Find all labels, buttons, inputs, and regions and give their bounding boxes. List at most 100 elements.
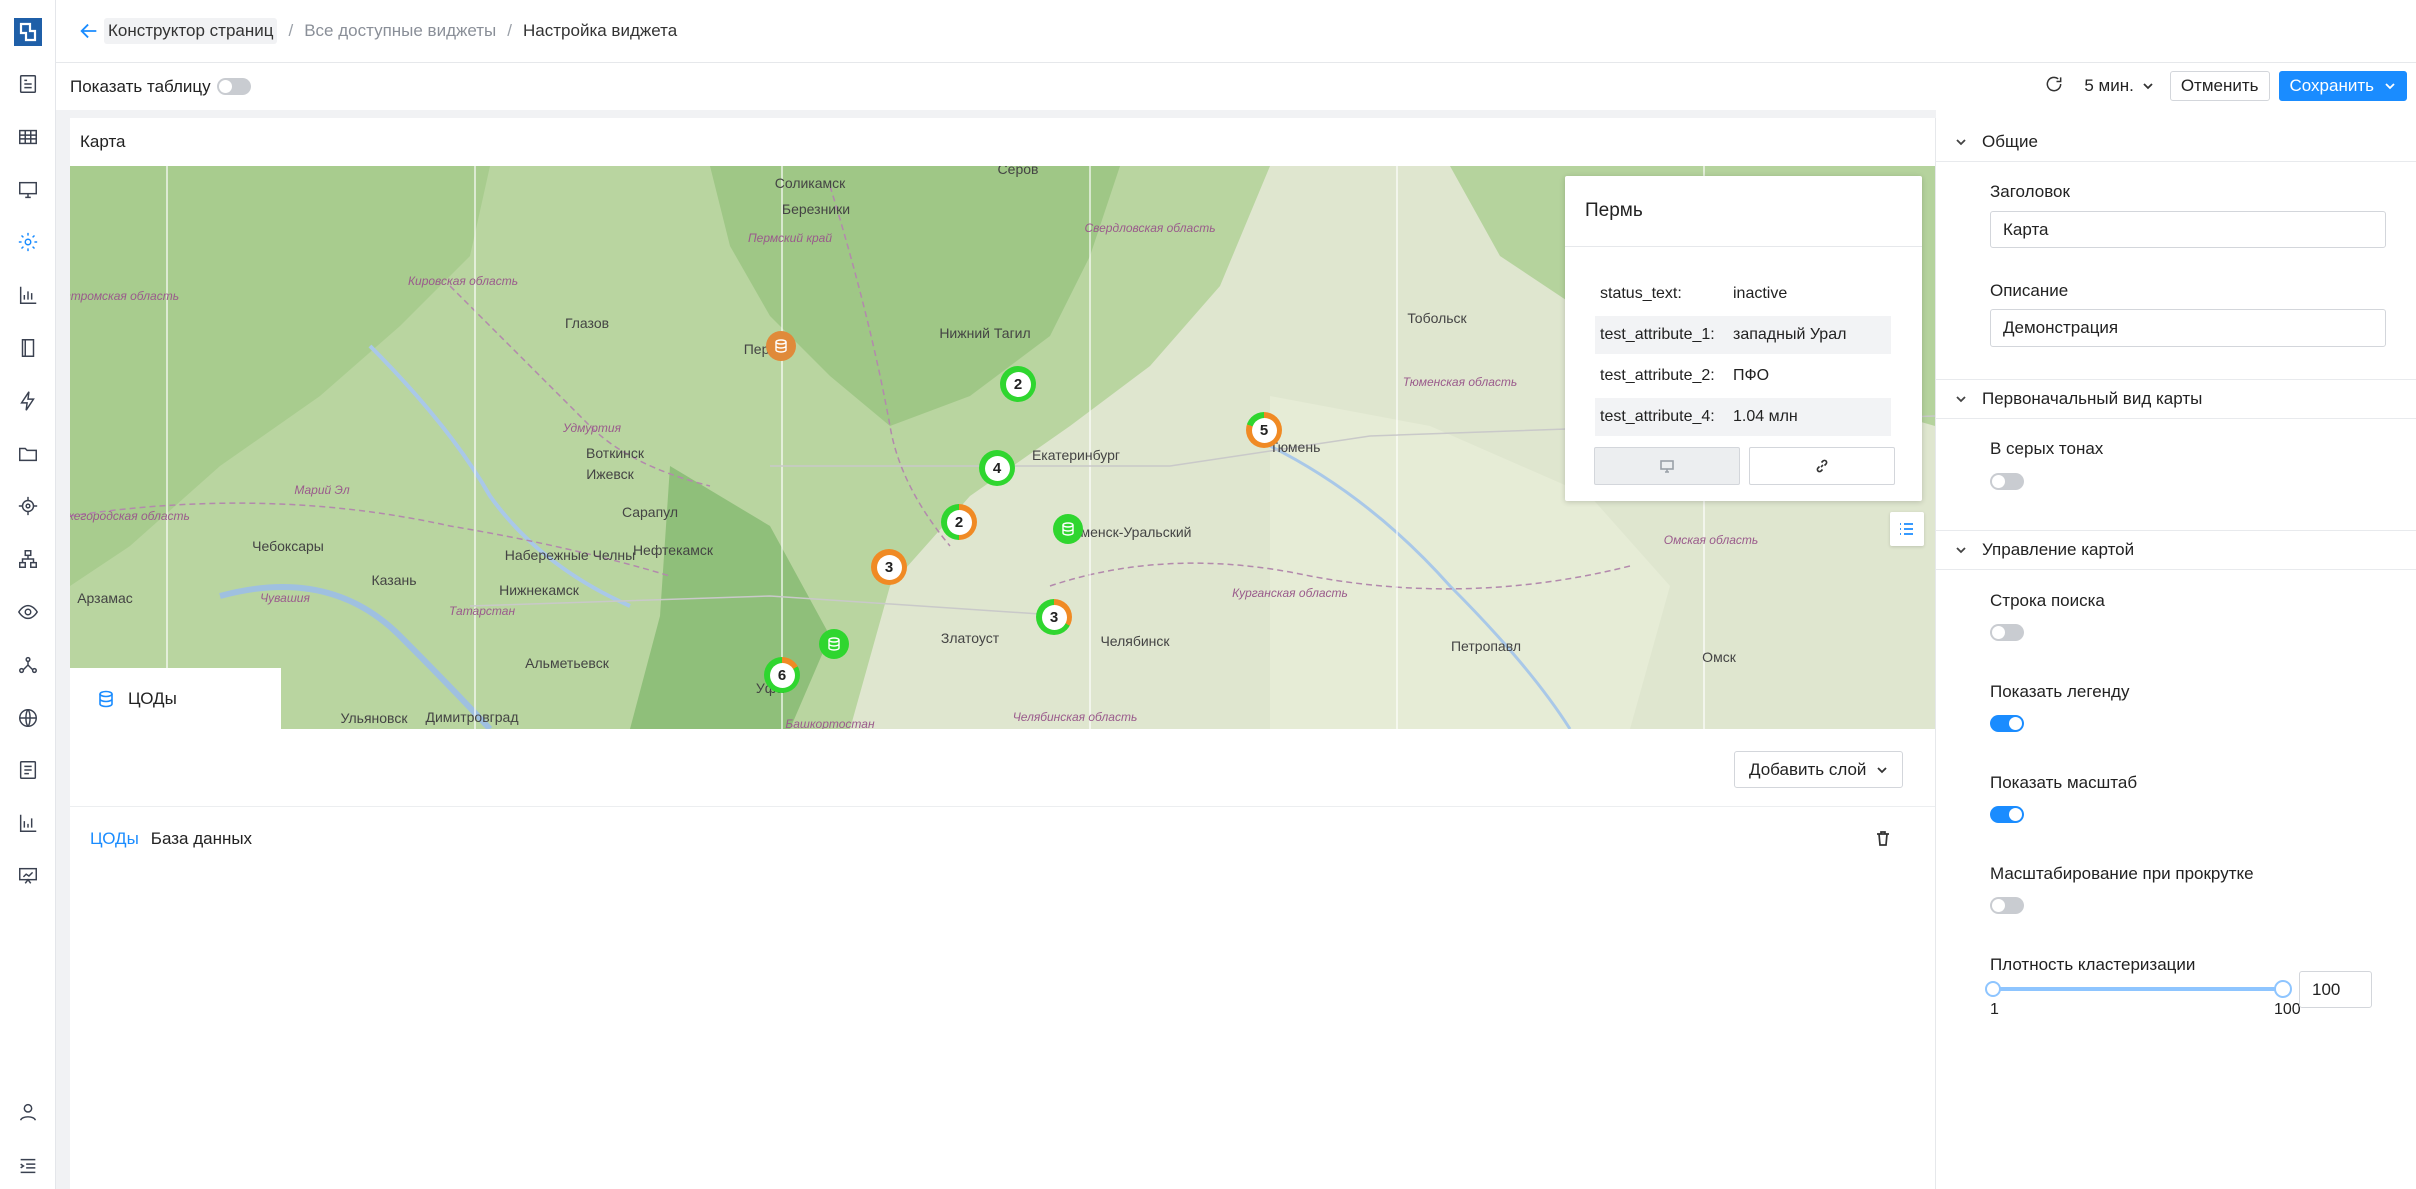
- cluster-count: 2: [946, 509, 972, 535]
- section-title: Первоначальный вид карты: [1982, 389, 2203, 408]
- back-arrow-icon[interactable]: [76, 18, 102, 44]
- lightning-icon[interactable]: [15, 388, 41, 414]
- region-label: Курганская область: [1232, 586, 1348, 600]
- map-cluster-marker[interactable]: 2: [1000, 366, 1036, 402]
- eye-icon[interactable]: [15, 599, 41, 625]
- city-label: Серов: [997, 166, 1039, 177]
- map-cluster-marker[interactable]: 5: [1246, 412, 1282, 448]
- region-label: Свердловская область: [1084, 221, 1216, 235]
- attribute-key: status_text:: [1600, 285, 1682, 302]
- cluster-count: 4: [984, 455, 1010, 481]
- city-label: Омск: [1702, 649, 1736, 665]
- region-label: Тюменская область: [1402, 375, 1518, 389]
- bar-chart-icon[interactable]: [15, 282, 41, 308]
- region-label: Башкортостан: [785, 717, 875, 729]
- popup-attribute-row: status_text: inactive: [1595, 275, 1891, 313]
- left-sidebar: [0, 0, 56, 1189]
- presentation-icon[interactable]: [15, 863, 41, 889]
- report-icon[interactable]: [15, 757, 41, 783]
- database-icon: [1062, 522, 1074, 536]
- description-textarea[interactable]: Демонстрация: [1990, 309, 2386, 347]
- hierarchy-icon[interactable]: [15, 546, 41, 572]
- cluster-count: 5: [1251, 417, 1277, 443]
- book-icon[interactable]: [15, 335, 41, 361]
- settings-gear-icon[interactable]: [15, 229, 41, 255]
- database-marker[interactable]: [766, 331, 796, 361]
- popup-attribute-row: test_attribute_2: ПФО: [1595, 357, 1891, 395]
- cluster-density-slider[interactable]: [1985, 980, 2292, 998]
- database-icon: [775, 339, 787, 353]
- search-bar-toggle[interactable]: [1990, 624, 2024, 641]
- map-cluster-marker[interactable]: 2: [941, 504, 977, 540]
- city-label: Нижнекамск: [499, 582, 579, 598]
- section-map-controls-header[interactable]: Управление картой: [1936, 530, 2416, 570]
- toolbar: Показать таблицу 5 мин. Отменить Сохрани…: [56, 64, 2416, 109]
- chevron-down-icon: [1956, 547, 1966, 554]
- breadcrumb-all-widgets[interactable]: Все доступные виджеты: [304, 21, 496, 41]
- scroll-zoom-toggle[interactable]: [1990, 897, 2024, 914]
- chevron-down-icon: [1956, 138, 1966, 145]
- map-cluster-marker[interactable]: 4: [979, 450, 1015, 486]
- app-logo[interactable]: [14, 18, 42, 46]
- city-label: Казань: [371, 572, 417, 588]
- header: Конструктор страниц / Все доступные видж…: [56, 0, 2416, 63]
- region-label: Нижегородская область: [70, 509, 190, 523]
- region-label: Татарстан: [448, 604, 516, 618]
- popup-link-button[interactable]: [1749, 447, 1895, 485]
- refresh-interval-select[interactable]: 5 мин.: [2084, 76, 2153, 96]
- delete-layer-icon[interactable]: [1874, 829, 1896, 851]
- title-input[interactable]: Карта: [1990, 211, 2386, 248]
- target-icon[interactable]: [15, 493, 41, 519]
- grayscale-toggle[interactable]: [1990, 473, 2024, 490]
- globe-icon[interactable]: [15, 705, 41, 731]
- city-label: Златоуст: [940, 630, 1000, 646]
- database-marker[interactable]: [1053, 514, 1083, 544]
- attribute-key: test_attribute_4:: [1600, 408, 1715, 425]
- city-label: Нижний Тагил: [939, 325, 1031, 341]
- attribute-value: 1.04 млн: [1733, 408, 1798, 425]
- attribute-key: test_attribute_2:: [1600, 367, 1715, 384]
- city-label: Димитровград: [425, 709, 519, 725]
- map-view[interactable]: Пермь Ижевск Сарапул Нефтекамск Набережн…: [70, 166, 1935, 729]
- layer-name-link[interactable]: ЦОДы: [90, 829, 139, 849]
- show-legend-toggle[interactable]: [1990, 715, 2024, 732]
- city-label: Воткинск: [585, 445, 645, 461]
- database-icon: [99, 690, 113, 707]
- breadcrumb-page-builder[interactable]: Конструктор страниц: [104, 18, 278, 44]
- show-table-label: Показать таблицу: [70, 76, 211, 96]
- database-marker[interactable]: [819, 629, 849, 659]
- map-cluster-marker[interactable]: 6: [764, 657, 800, 693]
- slider-min-handle[interactable]: [1985, 981, 2001, 997]
- popup-open-dashboard-button[interactable]: [1594, 447, 1740, 485]
- popup-attribute-row: test_attribute_1: западный Урал: [1595, 316, 1891, 354]
- cluster-count: 2: [1005, 371, 1031, 397]
- map-cluster-marker[interactable]: 3: [1036, 599, 1072, 635]
- map-cluster-marker[interactable]: 3: [871, 549, 907, 585]
- cluster-count: 3: [1041, 604, 1067, 630]
- refresh-icon[interactable]: [2044, 74, 2064, 99]
- table-icon[interactable]: [15, 124, 41, 150]
- legend-toggle-button[interactable]: [1890, 512, 1924, 546]
- city-label: Екатеринбург: [1031, 447, 1121, 463]
- folder-icon[interactable]: [15, 441, 41, 467]
- slider-max-handle[interactable]: [2274, 980, 2292, 998]
- analytics-icon[interactable]: [15, 810, 41, 836]
- cluster-count: 3: [876, 554, 902, 580]
- save-button[interactable]: Сохранить: [2278, 71, 2407, 101]
- cancel-button[interactable]: Отменить: [2169, 71, 2270, 101]
- user-icon[interactable]: [15, 1099, 41, 1125]
- region-label: Костромская область: [70, 289, 180, 303]
- show-scale-toggle[interactable]: [1990, 806, 2024, 823]
- section-general-header[interactable]: Общие: [1936, 122, 2416, 162]
- monitor-icon[interactable]: [15, 177, 41, 203]
- save-button-label: Сохранить: [2289, 76, 2374, 95]
- network-icon[interactable]: [15, 652, 41, 678]
- collapse-menu-icon[interactable]: [15, 1153, 41, 1179]
- show-table-toggle[interactable]: [216, 78, 251, 95]
- attribute-value: западный Урал: [1733, 326, 1847, 343]
- dashboard-icon[interactable]: [15, 71, 41, 97]
- cluster-density-label: Плотность кластеризации: [1990, 955, 2196, 974]
- cluster-density-input[interactable]: 100: [2299, 971, 2372, 1008]
- add-layer-button[interactable]: Добавить слой: [1734, 751, 1904, 788]
- section-initial-view-header[interactable]: Первоначальный вид карты: [1936, 379, 2416, 419]
